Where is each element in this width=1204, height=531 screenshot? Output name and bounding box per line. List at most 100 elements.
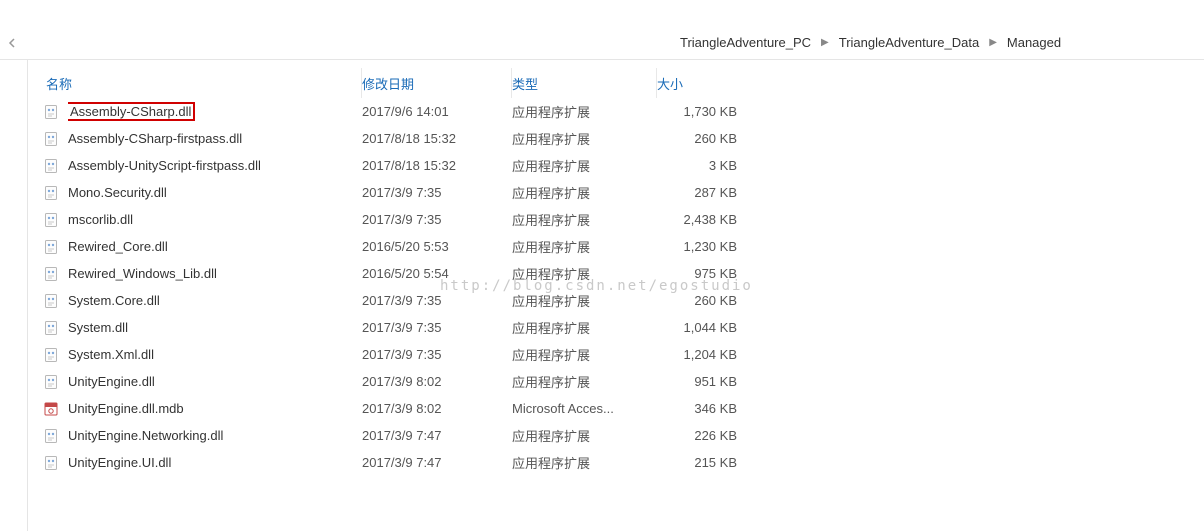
file-name: UnityEngine.Networking.dll — [68, 428, 362, 443]
file-date: 2017/3/9 7:47 — [362, 428, 512, 443]
file-size: 951 KB — [657, 374, 749, 389]
file-date: 2017/3/9 7:35 — [362, 185, 512, 200]
dll-file-icon — [42, 184, 60, 202]
file-date: 2017/3/9 8:02 — [362, 401, 512, 416]
file-name: Assembly-CSharp.dll — [68, 102, 362, 121]
file-row[interactable]: UnityEngine.dll2017/3/9 8:02应用程序扩展951 KB — [28, 368, 1204, 395]
file-date: 2016/5/20 5:53 — [362, 239, 512, 254]
file-size: 975 KB — [657, 266, 749, 281]
file-date: 2017/3/9 7:35 — [362, 347, 512, 362]
file-date: 2017/9/6 14:01 — [362, 104, 512, 119]
file-type: Microsoft Acces... — [512, 401, 657, 416]
file-size: 3 KB — [657, 158, 749, 173]
file-name: UnityEngine.UI.dll — [68, 455, 362, 470]
file-date: 2017/3/9 7:35 — [362, 320, 512, 335]
file-row[interactable]: System.dll2017/3/9 7:35应用程序扩展1,044 KB — [28, 314, 1204, 341]
file-date: 2017/3/9 7:35 — [362, 212, 512, 227]
dll-file-icon — [42, 103, 60, 121]
file-size: 1,044 KB — [657, 320, 749, 335]
dll-file-icon — [42, 373, 60, 391]
dll-file-icon — [42, 157, 60, 175]
breadcrumb[interactable]: TriangleAdventure_PC ▶ TriangleAdventure… — [680, 35, 1061, 50]
file-date: 2016/5/20 5:54 — [362, 266, 512, 281]
file-row[interactable]: UnityEngine.dll.mdb2017/3/9 8:02Microsof… — [28, 395, 1204, 422]
file-size: 1,230 KB — [657, 239, 749, 254]
file-name: System.Xml.dll — [68, 347, 362, 362]
file-size: 1,730 KB — [657, 104, 749, 119]
breadcrumb-part[interactable]: Managed — [1007, 35, 1061, 50]
file-name: System.Core.dll — [68, 293, 362, 308]
file-name: Rewired_Core.dll — [68, 239, 362, 254]
dll-file-icon — [42, 130, 60, 148]
navigation-pane[interactable] — [0, 60, 28, 531]
file-row[interactable]: System.Core.dll2017/3/9 7:35应用程序扩展260 KB — [28, 287, 1204, 314]
file-date: 2017/8/18 15:32 — [362, 131, 512, 146]
file-name: System.dll — [68, 320, 362, 335]
file-date: 2017/3/9 7:47 — [362, 455, 512, 470]
file-size: 1,204 KB — [657, 347, 749, 362]
file-name: Mono.Security.dll — [68, 185, 362, 200]
file-size: 346 KB — [657, 401, 749, 416]
file-type: 应用程序扩展 — [512, 426, 657, 445]
file-name: UnityEngine.dll.mdb — [68, 401, 362, 416]
file-type: 应用程序扩展 — [512, 237, 657, 256]
file-row[interactable]: Mono.Security.dll2017/3/9 7:35应用程序扩展287 … — [28, 179, 1204, 206]
file-type: 应用程序扩展 — [512, 453, 657, 472]
file-type: 应用程序扩展 — [512, 372, 657, 391]
breadcrumb-part[interactable]: TriangleAdventure_PC — [680, 35, 811, 50]
file-row[interactable]: Rewired_Core.dll2016/5/20 5:53应用程序扩展1,23… — [28, 233, 1204, 260]
file-size: 287 KB — [657, 185, 749, 200]
file-name: Assembly-CSharp-firstpass.dll — [68, 131, 362, 146]
file-list: 名称 修改日期 类型 大小 Assembly-CSharp.dll2017/9/… — [28, 60, 1204, 531]
column-header-size[interactable]: 大小 — [657, 68, 749, 98]
file-type: 应用程序扩展 — [512, 102, 657, 121]
file-row[interactable]: Assembly-CSharp.dll2017/9/6 14:01应用程序扩展1… — [28, 98, 1204, 125]
column-header-date[interactable]: 修改日期 — [362, 68, 512, 98]
file-size: 226 KB — [657, 428, 749, 443]
chevron-right-icon: ▶ — [821, 37, 829, 48]
file-row[interactable]: UnityEngine.UI.dll2017/3/9 7:47应用程序扩展215… — [28, 449, 1204, 476]
file-type: 应用程序扩展 — [512, 291, 657, 310]
file-name: UnityEngine.dll — [68, 374, 362, 389]
column-header-type[interactable]: 类型 — [512, 68, 657, 98]
access-file-icon — [42, 400, 60, 418]
file-date: 2017/3/9 8:02 — [362, 374, 512, 389]
breadcrumb-part[interactable]: TriangleAdventure_Data — [839, 35, 979, 50]
file-row[interactable]: UnityEngine.Networking.dll2017/3/9 7:47应… — [28, 422, 1204, 449]
toolbar: TriangleAdventure_PC ▶ TriangleAdventure… — [0, 0, 1204, 60]
dll-file-icon — [42, 346, 60, 364]
file-type: 应用程序扩展 — [512, 318, 657, 337]
file-row[interactable]: Assembly-CSharp-firstpass.dll2017/8/18 1… — [28, 125, 1204, 152]
file-row[interactable]: System.Xml.dll2017/3/9 7:35应用程序扩展1,204 K… — [28, 341, 1204, 368]
file-date: 2017/3/9 7:35 — [362, 293, 512, 308]
dll-file-icon — [42, 319, 60, 337]
dll-file-icon — [42, 427, 60, 445]
file-size: 260 KB — [657, 293, 749, 308]
dll-file-icon — [42, 238, 60, 256]
dll-file-icon — [42, 211, 60, 229]
file-type: 应用程序扩展 — [512, 156, 657, 175]
file-row[interactable]: Assembly-UnityScript-firstpass.dll2017/8… — [28, 152, 1204, 179]
file-size: 2,438 KB — [657, 212, 749, 227]
file-row[interactable]: mscorlib.dll2017/3/9 7:35应用程序扩展2,438 KB — [28, 206, 1204, 233]
file-type: 应用程序扩展 — [512, 129, 657, 148]
column-headers: 名称 修改日期 类型 大小 — [28, 68, 1204, 98]
file-size: 215 KB — [657, 455, 749, 470]
dll-file-icon — [42, 265, 60, 283]
main-area: 名称 修改日期 类型 大小 Assembly-CSharp.dll2017/9/… — [0, 60, 1204, 531]
file-type: 应用程序扩展 — [512, 345, 657, 364]
file-size: 260 KB — [657, 131, 749, 146]
file-type: 应用程序扩展 — [512, 210, 657, 229]
file-name: mscorlib.dll — [68, 212, 362, 227]
file-type: 应用程序扩展 — [512, 264, 657, 283]
dll-file-icon — [42, 292, 60, 310]
file-name: Assembly-UnityScript-firstpass.dll — [68, 158, 362, 173]
dll-file-icon — [42, 454, 60, 472]
file-row[interactable]: Rewired_Windows_Lib.dll2016/5/20 5:54应用程… — [28, 260, 1204, 287]
file-date: 2017/8/18 15:32 — [362, 158, 512, 173]
back-button[interactable] — [6, 35, 18, 51]
file-type: 应用程序扩展 — [512, 183, 657, 202]
column-header-name[interactable]: 名称 — [42, 68, 362, 98]
file-name: Rewired_Windows_Lib.dll — [68, 266, 362, 281]
chevron-right-icon: ▶ — [989, 37, 997, 48]
